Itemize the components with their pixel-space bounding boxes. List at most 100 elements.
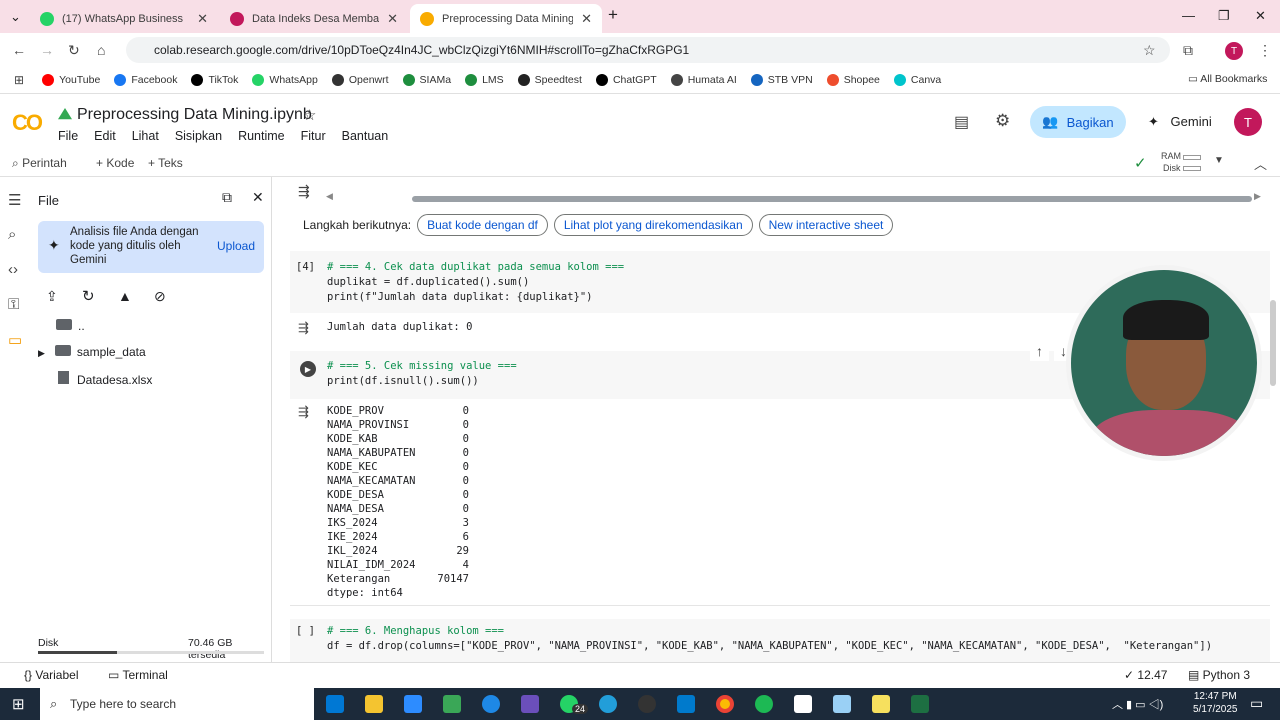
kernel-status[interactable]: ▤ Python 3: [1188, 668, 1250, 682]
file-item-sample-data[interactable]: ▶ sample_data: [38, 345, 146, 359]
url-bar[interactable]: colab.research.google.com/drive/10pDToeQ…: [126, 37, 1170, 63]
spotify-icon[interactable]: [755, 695, 773, 713]
bookmark-item[interactable]: LMS: [465, 74, 504, 86]
close-icon[interactable]: ✕: [197, 11, 208, 27]
minimize-icon[interactable]: —: [1182, 8, 1195, 23]
task-view-icon[interactable]: [326, 695, 344, 713]
ram-meter[interactable]: [1183, 155, 1201, 160]
open-in-tab-icon[interactable]: ⧉: [222, 189, 232, 206]
variables-button[interactable]: {} Variabel: [24, 668, 79, 682]
bookmark-item[interactable]: Facebook: [114, 74, 177, 86]
mount-drive-icon[interactable]: ▲: [118, 288, 132, 304]
bookmark-item[interactable]: TikTok: [191, 74, 238, 86]
bookmark-item[interactable]: STB VPN: [750, 74, 813, 86]
menu-edit[interactable]: Edit: [94, 129, 116, 143]
bookmark-item[interactable]: Humata AI: [670, 74, 737, 86]
app-icon[interactable]: [443, 695, 461, 713]
tray-icons[interactable]: ︿ ▮ ▭ ◁): [1112, 696, 1163, 712]
code-cell-6[interactable]: [ ] # === 6. Menghapus kolom === df = df.…: [290, 619, 1270, 662]
menu-lihat[interactable]: Lihat: [132, 129, 159, 143]
back-icon[interactable]: ←: [12, 42, 26, 58]
home-icon[interactable]: ⌂: [97, 42, 105, 58]
account-avatar[interactable]: T: [1234, 108, 1262, 136]
telegram-icon[interactable]: [599, 695, 617, 713]
notebook-title[interactable]: Preprocessing Data Mining.ipynb: [77, 106, 312, 124]
menu-sisipkan[interactable]: Sisipkan: [175, 129, 222, 143]
cell-source[interactable]: # === 4. Cek data duplikat pada semua ko…: [327, 260, 624, 305]
notion-icon[interactable]: [794, 695, 812, 713]
execution-time[interactable]: ✓ 12.47: [1124, 668, 1167, 682]
bookmark-star-icon[interactable]: ☆: [1143, 42, 1156, 59]
comment-icon[interactable]: ▤: [954, 112, 969, 132]
cell-source[interactable]: # === 5. Cek missing value === print(df.i…: [327, 359, 517, 389]
bookmark-item[interactable]: WhatsApp: [252, 74, 318, 86]
new-tab-icon[interactable]: +: [608, 5, 618, 25]
chrome-icon[interactable]: [716, 695, 734, 713]
scroll-left-icon[interactable]: ◀: [326, 191, 333, 202]
zoom-icon[interactable]: [404, 695, 422, 713]
code-snippets-icon[interactable]: ‹›: [8, 261, 18, 278]
notifications-icon[interactable]: ▭: [1250, 695, 1263, 712]
apps-grid-icon[interactable]: ⊞: [14, 73, 24, 87]
app-icon[interactable]: [872, 695, 890, 713]
star-icon[interactable]: ☆: [303, 106, 316, 124]
tab-data-indeks[interactable]: Data Indeks Desa Membangun ✕: [220, 4, 408, 33]
move-up-icon[interactable]: ↑: [1030, 341, 1049, 361]
search-icon[interactable]: ⌕: [8, 226, 16, 243]
vscode-icon[interactable]: [677, 695, 695, 713]
chip-recommended-plots[interactable]: Lihat plot yang direkomendasikan: [553, 214, 753, 236]
app-icon[interactable]: [638, 695, 656, 713]
share-button[interactable]: 👥 Bagikan: [1030, 106, 1126, 138]
windows-start-icon[interactable]: ⊞: [12, 695, 25, 713]
terminal-button[interactable]: ▭ Terminal: [108, 668, 168, 682]
clock[interactable]: 12:47 PM 5/17/2025: [1193, 690, 1238, 716]
horizontal-scrollbar[interactable]: [412, 196, 1252, 202]
upload-file-icon[interactable]: ⇪: [46, 288, 58, 305]
bookmark-item[interactable]: Shopee: [826, 74, 880, 86]
bookmark-item[interactable]: SIAMa: [402, 74, 451, 86]
menu-fitur[interactable]: Fitur: [301, 129, 326, 143]
menu-file[interactable]: File: [58, 129, 78, 143]
output-toggle-icon[interactable]: ⇶: [298, 320, 309, 336]
cell-source[interactable]: # === 6. Menghapus kolom === df = df.drop…: [327, 624, 1212, 654]
hide-files-icon[interactable]: ⊘: [154, 288, 166, 305]
refresh-icon[interactable]: ↻: [82, 287, 95, 305]
expand-chevron-icon[interactable]: ▶: [38, 348, 45, 358]
vertical-scrollbar[interactable]: [1270, 300, 1276, 386]
reload-icon[interactable]: ↻: [68, 42, 80, 59]
window-close-icon[interactable]: ✕: [1255, 8, 1266, 24]
file-item-parent[interactable]: ..: [56, 319, 85, 333]
menu-bantuan[interactable]: Bantuan: [342, 129, 389, 143]
tab-search-icon[interactable]: ⌄: [10, 9, 21, 25]
taskbar-search[interactable]: ⌕ Type here to search: [40, 688, 314, 720]
extensions-icon[interactable]: ⧉: [1183, 42, 1193, 59]
table-of-contents-icon[interactable]: ☰: [8, 191, 21, 209]
folder-icon[interactable]: ▭: [8, 331, 22, 349]
run-cell-button[interactable]: ▶: [300, 361, 316, 377]
gemini-button[interactable]: ✦ Gemini: [1148, 114, 1212, 130]
bookmark-item[interactable]: Canva: [893, 74, 941, 86]
app-icon[interactable]: [833, 695, 851, 713]
browser-icon[interactable]: [482, 695, 500, 713]
forward-icon[interactable]: →: [40, 42, 54, 58]
add-text-button[interactable]: + Teks: [148, 156, 183, 170]
scroll-right-icon[interactable]: ▶: [1254, 191, 1261, 202]
disk-meter[interactable]: [1183, 166, 1201, 171]
file-explorer-icon[interactable]: [365, 695, 383, 713]
close-panel-icon[interactable]: ✕: [252, 189, 264, 206]
secrets-key-icon[interactable]: ⚿: [8, 296, 19, 313]
close-icon[interactable]: ✕: [581, 11, 592, 27]
output-toggle-icon[interactable]: ⇶: [298, 183, 310, 200]
chip-interactive-sheet[interactable]: New interactive sheet: [758, 214, 894, 236]
tab-colab[interactable]: Preprocessing Data Mining.ipyn ✕: [410, 4, 602, 33]
all-bookmarks[interactable]: ▭ All Bookmarks: [1188, 73, 1267, 85]
collapse-icon[interactable]: ︿: [1254, 154, 1267, 173]
app-icon[interactable]: [521, 695, 539, 713]
add-code-button[interactable]: + Kode: [96, 156, 134, 170]
colab-logo[interactable]: CO: [12, 110, 43, 136]
command-palette-button[interactable]: ⌕ Perintah: [12, 156, 67, 171]
menu-runtime[interactable]: Runtime: [238, 129, 285, 143]
chip-generate-code[interactable]: Buat kode dengan df: [417, 214, 548, 236]
bookmark-item[interactable]: Speedtest: [517, 74, 582, 86]
upload-link[interactable]: Upload: [217, 239, 255, 253]
